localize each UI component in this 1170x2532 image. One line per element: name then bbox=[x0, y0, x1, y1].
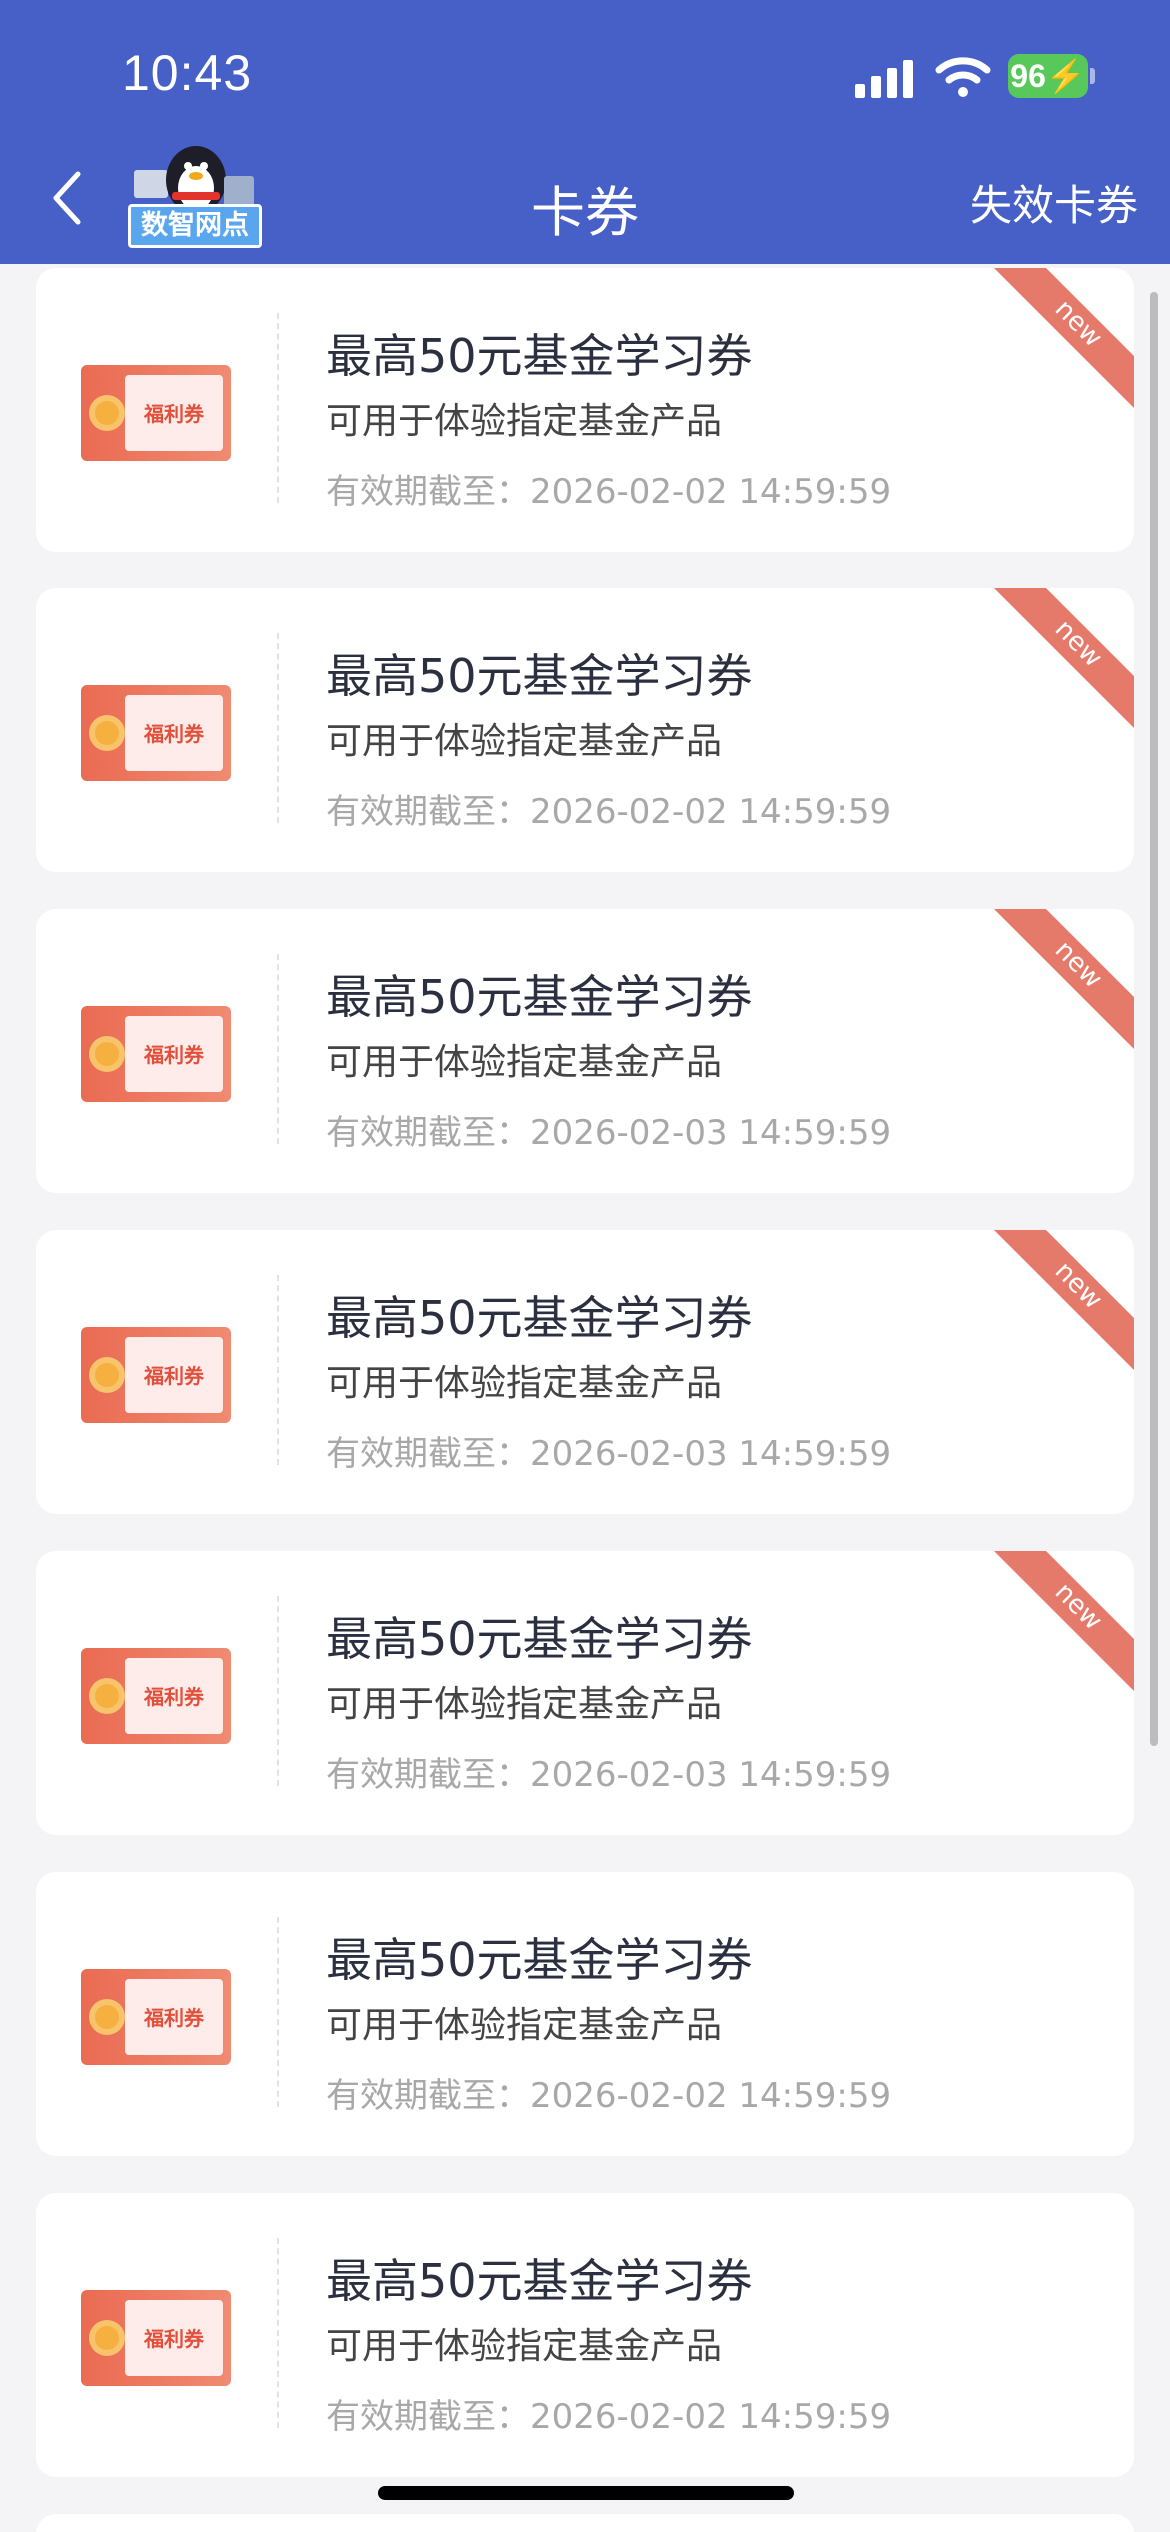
coupon-description: 可用于体验指定基金产品 bbox=[326, 2326, 723, 2367]
coupon-card[interactable]: 福利券 最高50元基金学习券 可用于体验指定基金产品 有效期截至：2026-02… bbox=[36, 909, 1134, 1193]
coupon-ticket-icon: 福利券 bbox=[81, 1648, 231, 1744]
battery-nub bbox=[1090, 68, 1095, 84]
ticket-label: 福利券 bbox=[143, 1043, 205, 1067]
coupon-card[interactable]: 福利券 最高50元基金学习券 可用于体验指定基金产品 有效期截至：2026-02… bbox=[36, 588, 1134, 872]
coupon-ticket-icon: 福利券 bbox=[81, 1327, 231, 1423]
coupon-description: 可用于体验指定基金产品 bbox=[326, 401, 723, 442]
coupon-title: 最高50元基金学习券 bbox=[326, 970, 753, 1024]
coupon-ticket-icon: 福利券 bbox=[81, 1969, 231, 2065]
coupon-description: 可用于体验指定基金产品 bbox=[326, 2005, 723, 2046]
coupon-description: 可用于体验指定基金产品 bbox=[326, 1042, 723, 1083]
ticket-label: 福利券 bbox=[143, 402, 205, 426]
coupon-ticket-icon: 福利券 bbox=[81, 685, 231, 781]
wifi-icon bbox=[935, 57, 991, 97]
coupon-expiry: 有效期截至：2026-02-02 14:59:59 bbox=[326, 472, 892, 512]
coupon-expiry: 有效期截至：2026-02-02 14:59:59 bbox=[326, 2397, 892, 2437]
home-indicator[interactable] bbox=[378, 2486, 794, 2500]
new-ribbon: new bbox=[994, 1551, 1134, 1691]
new-ribbon: new bbox=[994, 588, 1134, 728]
coupon-ticket-icon: 福利券 bbox=[81, 2290, 231, 2386]
coupon-title: 最高50元基金学习券 bbox=[326, 1612, 753, 1666]
coupon-title: 最高50元基金学习券 bbox=[326, 1933, 753, 1987]
coupon-card[interactable]: 福利券 最高50元基金学习券 可用于体验指定基金产品 有效期截至：2026-02… bbox=[36, 1872, 1134, 2156]
cellular-signal-icon bbox=[855, 58, 915, 98]
battery-icon: 96 ⚡ bbox=[1008, 54, 1088, 98]
new-ribbon: new bbox=[994, 1230, 1134, 1370]
coupon-description: 可用于体验指定基金产品 bbox=[326, 1684, 723, 1725]
ticket-label: 福利券 bbox=[143, 1364, 205, 1388]
card-divider bbox=[277, 2238, 279, 2428]
card-divider bbox=[277, 633, 279, 823]
coupon-card[interactable]: 福利券 最高50元基金学习券 可用于体验指定基金产品 有效期截至：2026-02… bbox=[36, 268, 1134, 552]
coupon-title: 最高50元基金学习券 bbox=[326, 329, 753, 383]
card-divider bbox=[277, 313, 279, 503]
new-ribbon: new bbox=[994, 909, 1134, 1049]
coupon-expiry: 有效期截至：2026-02-03 14:59:59 bbox=[326, 1434, 892, 1474]
card-divider bbox=[277, 1275, 279, 1465]
ticket-label: 福利券 bbox=[143, 2327, 205, 2351]
ticket-label: 福利券 bbox=[143, 1685, 205, 1709]
coupon-ticket-icon: 福利券 bbox=[81, 365, 231, 461]
coupon-card[interactable]: 福利券 最高50元基金学习券 可用于体验指定基金产品 有效期截至：2026-02… bbox=[36, 2193, 1134, 2477]
card-divider bbox=[277, 1917, 279, 2107]
coupon-card[interactable]: 福利券 最高50元基金学习券 可用于体验指定基金产品 有效期截至：2026-02… bbox=[36, 1551, 1134, 1835]
top-header: 10:43 96 ⚡ 数智网点 卡券 失效卡券 bbox=[0, 0, 1170, 264]
new-ribbon: new bbox=[994, 268, 1134, 408]
coupon-card-partial[interactable] bbox=[36, 2514, 1134, 2532]
charging-icon: ⚡ bbox=[1045, 58, 1086, 94]
coupon-description: 可用于体验指定基金产品 bbox=[326, 1363, 723, 1404]
coupon-title: 最高50元基金学习券 bbox=[326, 1291, 753, 1345]
status-time: 10:43 bbox=[122, 45, 253, 101]
coupon-card[interactable]: 福利券 最高50元基金学习券 可用于体验指定基金产品 有效期截至：2026-02… bbox=[36, 1230, 1134, 1514]
ticket-label: 福利券 bbox=[143, 722, 205, 746]
expired-coupons-link[interactable]: 失效卡券 bbox=[970, 172, 1138, 233]
ticket-label: 福利券 bbox=[143, 2006, 205, 2030]
card-divider bbox=[277, 954, 279, 1144]
battery-level: 96 bbox=[1010, 57, 1046, 94]
coupon-expiry: 有效期截至：2026-02-03 14:59:59 bbox=[326, 1755, 892, 1795]
coupon-title: 最高50元基金学习券 bbox=[326, 649, 753, 703]
coupon-expiry: 有效期截至：2026-02-02 14:59:59 bbox=[326, 2076, 892, 2116]
coupon-title: 最高50元基金学习券 bbox=[326, 2254, 753, 2308]
coupon-expiry: 有效期截至：2026-02-03 14:59:59 bbox=[326, 1113, 892, 1153]
scrollbar[interactable] bbox=[1150, 292, 1158, 1746]
coupon-description: 可用于体验指定基金产品 bbox=[326, 721, 723, 762]
coupon-ticket-icon: 福利券 bbox=[81, 1006, 231, 1102]
coupon-expiry: 有效期截至：2026-02-02 14:59:59 bbox=[326, 792, 892, 832]
card-divider bbox=[277, 1596, 279, 1786]
